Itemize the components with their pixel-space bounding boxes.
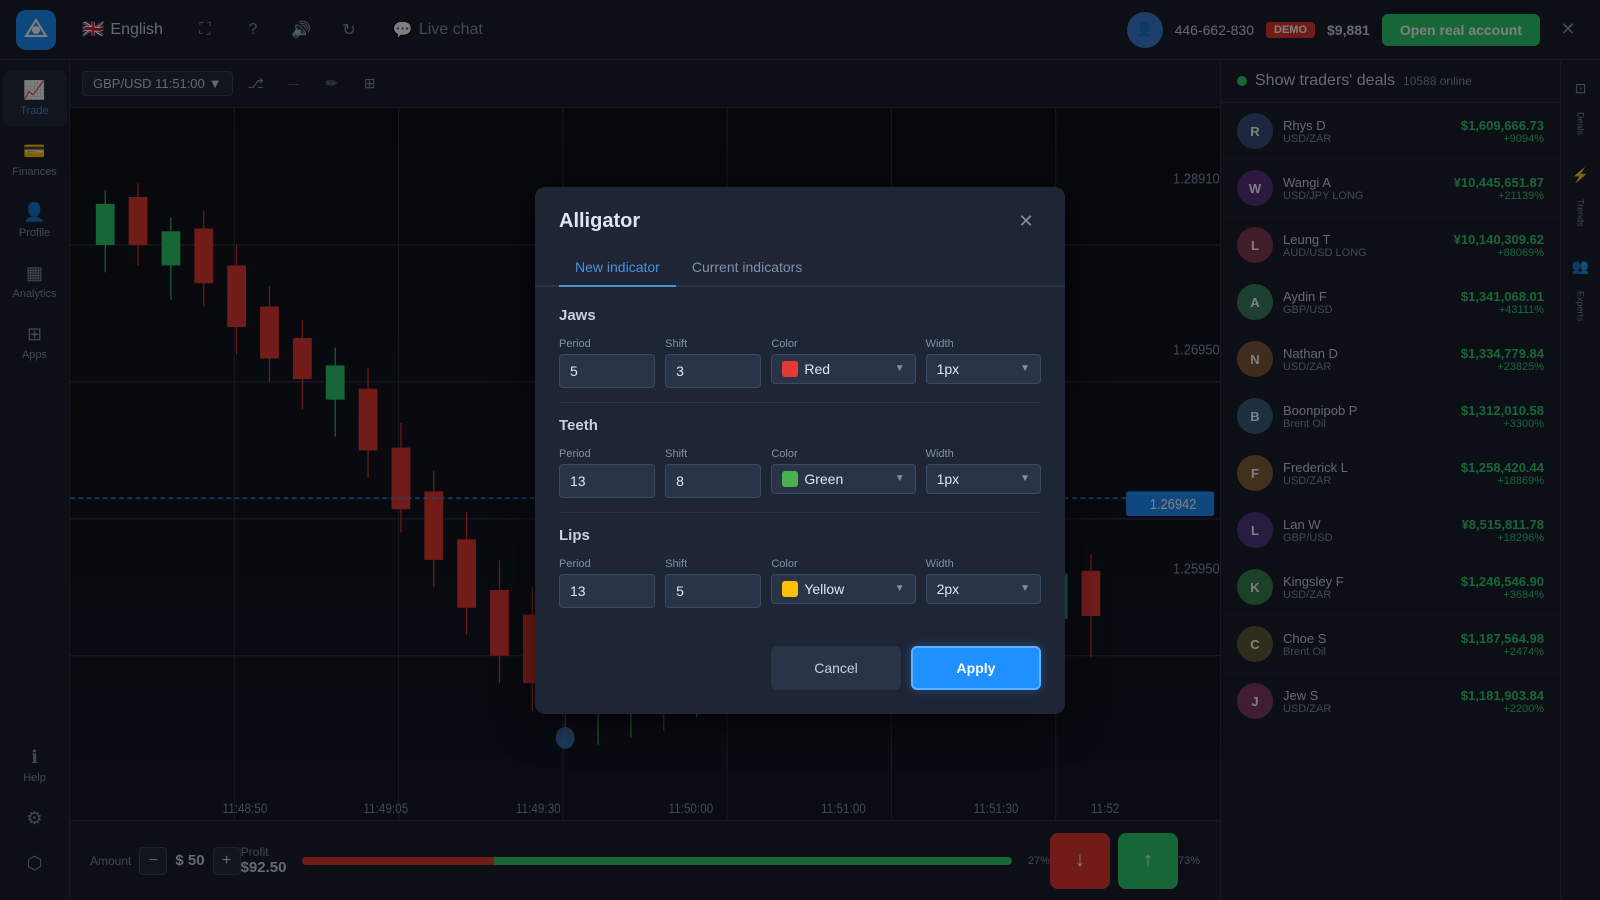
lips-color-group: Color Yellow ▼	[771, 558, 915, 608]
teeth-width-label: Width	[926, 448, 1041, 460]
lips-shift-group: Shift	[665, 558, 761, 608]
jaws-color-value: Red	[804, 361, 888, 377]
teeth-shift-group: Shift	[665, 448, 761, 498]
jaws-form-row: Period Shift Color Red ▼ Width	[559, 338, 1041, 388]
modal-tabs: New indicator Current indicators	[535, 249, 1065, 287]
lips-color-label: Color	[771, 558, 915, 570]
lips-color-select[interactable]: Yellow ▼	[771, 574, 915, 604]
teeth-shift-label: Shift	[665, 448, 761, 460]
teeth-width-group: Width 1px ▼	[926, 448, 1041, 498]
lips-color-chevron-icon: ▼	[895, 583, 905, 594]
teeth-period-group: Period	[559, 448, 655, 498]
teeth-period-input[interactable]	[559, 464, 655, 498]
teeth-color-value: Green	[804, 471, 888, 487]
modal-overlay: Alligator ✕ New indicator Current indica…	[0, 0, 1600, 900]
teeth-color-group: Color Green ▼	[771, 448, 915, 498]
jaws-shift-label: Shift	[665, 338, 761, 350]
teeth-form-row: Period Shift Color Green ▼ Width	[559, 448, 1041, 498]
lips-width-chevron-icon: ▼	[1020, 583, 1030, 594]
jaws-period-group: Period	[559, 338, 655, 388]
lips-shift-label: Shift	[665, 558, 761, 570]
cancel-button[interactable]: Cancel	[771, 646, 901, 690]
jaws-width-value: 1px	[937, 361, 1015, 377]
jaws-width-chevron-icon: ▼	[1020, 363, 1030, 374]
teeth-section-title: Teeth	[559, 417, 1041, 434]
jaws-shift-input[interactable]	[665, 354, 761, 388]
lips-width-value: 2px	[937, 581, 1015, 597]
teeth-width-chevron-icon: ▼	[1020, 473, 1030, 484]
tab-current-indicators[interactable]: Current indicators	[676, 249, 819, 287]
lips-shift-input[interactable]	[665, 574, 761, 608]
modal-footer: Cancel Apply	[535, 646, 1065, 714]
separator-2	[559, 512, 1041, 513]
lips-section-title: Lips	[559, 527, 1041, 544]
jaws-color-dot	[782, 361, 798, 377]
alligator-modal: Alligator ✕ New indicator Current indica…	[535, 187, 1065, 714]
jaws-section-title: Jaws	[559, 307, 1041, 324]
lips-color-dot	[782, 581, 798, 597]
lips-color-value: Yellow	[804, 581, 888, 597]
teeth-color-dot	[782, 471, 798, 487]
separator-1	[559, 402, 1041, 403]
apply-button[interactable]: Apply	[911, 646, 1041, 690]
lips-period-group: Period	[559, 558, 655, 608]
jaws-width-group: Width 1px ▼	[926, 338, 1041, 388]
lips-period-input[interactable]	[559, 574, 655, 608]
jaws-period-input[interactable]	[559, 354, 655, 388]
teeth-color-select[interactable]: Green ▼	[771, 464, 915, 494]
lips-width-group: Width 2px ▼	[926, 558, 1041, 608]
teeth-shift-input[interactable]	[665, 464, 761, 498]
jaws-color-select[interactable]: Red ▼	[771, 354, 915, 384]
jaws-color-group: Color Red ▼	[771, 338, 915, 388]
tab-new-indicator[interactable]: New indicator	[559, 249, 676, 287]
lips-width-label: Width	[926, 558, 1041, 570]
lips-width-select[interactable]: 2px ▼	[926, 574, 1041, 604]
jaws-width-select[interactable]: 1px ▼	[926, 354, 1041, 384]
teeth-color-chevron-icon: ▼	[895, 473, 905, 484]
modal-header: Alligator ✕	[535, 187, 1065, 237]
lips-period-label: Period	[559, 558, 655, 570]
lips-form-row: Period Shift Color Yellow ▼ Width	[559, 558, 1041, 608]
teeth-width-select[interactable]: 1px ▼	[926, 464, 1041, 494]
modal-close-button[interactable]: ✕	[1011, 207, 1041, 237]
modal-body: Jaws Period Shift Color Red ▼	[535, 287, 1065, 646]
teeth-width-value: 1px	[937, 471, 1015, 487]
jaws-color-chevron-icon: ▼	[895, 363, 905, 374]
jaws-color-label: Color	[771, 338, 915, 350]
jaws-shift-group: Shift	[665, 338, 761, 388]
teeth-period-label: Period	[559, 448, 655, 460]
teeth-color-label: Color	[771, 448, 915, 460]
jaws-period-label: Period	[559, 338, 655, 350]
modal-title: Alligator	[559, 210, 640, 233]
jaws-width-label: Width	[926, 338, 1041, 350]
